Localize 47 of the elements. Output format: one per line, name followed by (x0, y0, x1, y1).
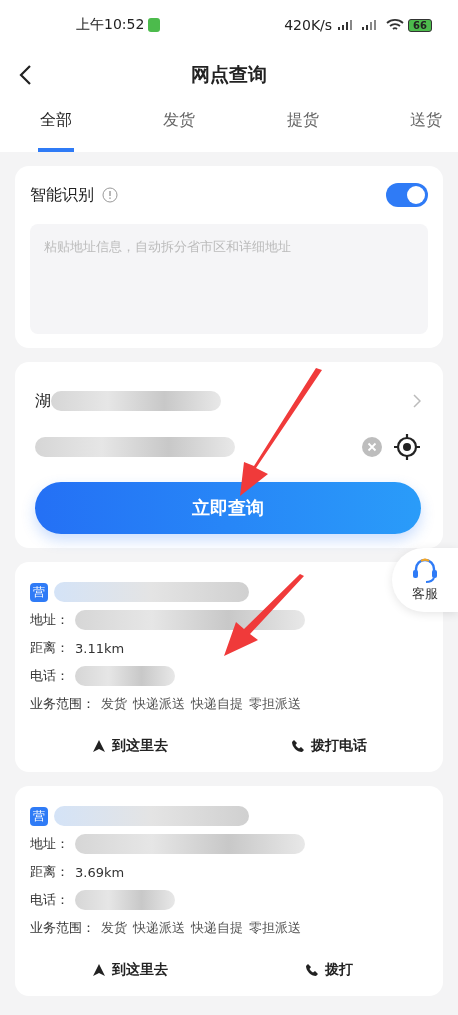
page-title: 网点查询 (191, 62, 267, 87)
headset-icon (411, 557, 439, 583)
navigate-icon (91, 739, 106, 753)
service-tag: 快递派送 (133, 695, 185, 713)
back-icon[interactable] (18, 64, 32, 86)
phone-icon (290, 739, 305, 753)
region-text: 湖 (35, 390, 51, 412)
service-tag: 发货 (101, 919, 127, 937)
toggle-switch[interactable] (386, 183, 428, 207)
field-label: 距离： (30, 639, 69, 657)
field-label: 地址： (30, 835, 69, 853)
phone-icon (304, 963, 319, 977)
service-tag: 发货 (101, 695, 127, 713)
distance-value: 3.11km (75, 640, 125, 656)
query-button[interactable]: 立即查询 (35, 482, 421, 534)
field-label: 地址： (30, 611, 69, 629)
service-tag: 零担派送 (249, 919, 301, 937)
service-tag: 零担派送 (249, 695, 301, 713)
field-label: 业务范围： (30, 695, 95, 713)
outlet-badge: 营 (30, 806, 48, 826)
tab[interactable]: 全部 (38, 100, 74, 152)
app-notification-icon (148, 18, 161, 32)
smart-label: 智能识别 (30, 184, 94, 206)
network-speed: 420K/s (284, 17, 333, 33)
field-label: 电话： (30, 667, 69, 685)
outlet-badge: 营 (30, 582, 48, 602)
action-link[interactable]: 拨打 (324, 961, 353, 979)
field-label: 业务范围： (30, 919, 95, 937)
action-link[interactable]: 到这里去 (111, 961, 168, 979)
battery-level: 66 (408, 18, 432, 32)
locate-icon[interactable] (393, 433, 421, 461)
navigate-icon (91, 963, 106, 977)
tab[interactable]: 提货 (284, 100, 321, 152)
tab[interactable]: 送货 (408, 100, 444, 152)
service-tag: 快递自提 (191, 919, 243, 937)
status-time: 上午10:52 (76, 16, 145, 34)
tab[interactable]: 发货 (161, 100, 198, 152)
field-label: 距离： (30, 863, 69, 881)
action-link[interactable]: 拨打电话 (310, 737, 367, 755)
info-icon[interactable] (102, 187, 118, 203)
action-link[interactable]: 到这里去 (111, 737, 168, 755)
service-tag: 快递派送 (133, 919, 185, 937)
customer-service-button[interactable]: 客服 (392, 548, 458, 612)
distance-value: 3.69km (75, 864, 125, 880)
wifi-icon (386, 18, 405, 32)
service-tag: 快递自提 (191, 695, 243, 713)
field-label: 电话： (30, 891, 69, 909)
